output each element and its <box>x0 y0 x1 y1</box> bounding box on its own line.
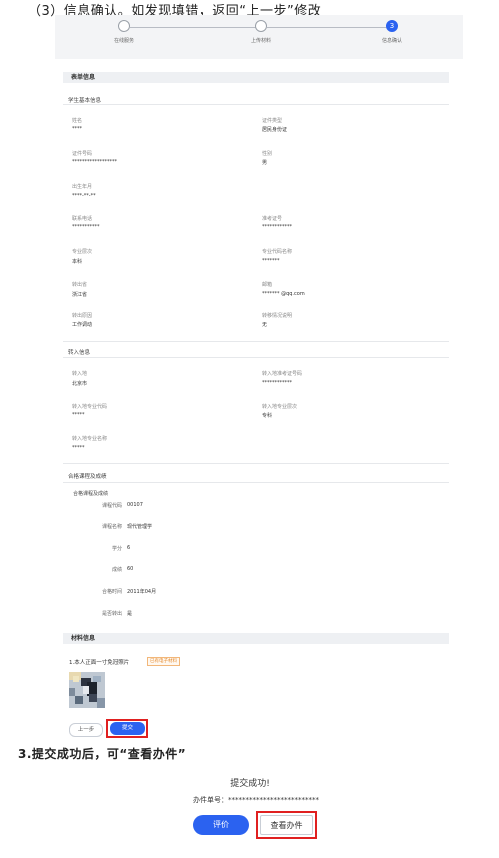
field-value: ****************** <box>72 159 117 165</box>
field-label: 转出原因 <box>72 313 93 319</box>
field-label: 邮箱 <box>262 282 273 288</box>
field-value: ****-**-** <box>72 193 96 199</box>
step-circle-3: 3 <box>386 20 398 32</box>
field-value: ******* <box>262 258 280 264</box>
field-value: ***** <box>72 445 85 451</box>
course-value: 60 <box>127 566 134 572</box>
field-label: 转移情况说明 <box>262 313 293 319</box>
divider <box>63 104 449 105</box>
form-section-title: 表单信息 <box>63 72 449 83</box>
course-label: 成绩 <box>111 567 122 573</box>
field-label: 转出省 <box>72 282 88 288</box>
field-value: 工作调动 <box>72 322 93 328</box>
field-value: 无 <box>262 322 268 328</box>
step-label-1: 在线服务 <box>113 38 135 44</box>
field-value: ***** <box>72 412 85 418</box>
step-label-2: 上传材料 <box>250 38 272 44</box>
case-number: 办件单号：************************** <box>193 796 319 804</box>
field-value: **** <box>72 126 82 132</box>
field-label: 专业层次 <box>72 249 93 255</box>
field-label: 转入地 <box>72 371 88 377</box>
photo-image <box>69 672 105 708</box>
field-value: 浙江省 <box>72 292 88 298</box>
rate-button[interactable]: 评价 <box>193 815 249 835</box>
field-value: 北京市 <box>72 381 88 387</box>
course-label: 课程名称 <box>101 524 122 530</box>
field-label: 专业代码名称 <box>262 249 293 255</box>
field-value: ******* @qq.com <box>262 291 305 297</box>
course-value: 00107 <box>127 502 143 508</box>
progress-stepper: 在线服务 上传材料 3 信息确认 <box>55 15 463 59</box>
step-connector <box>130 27 257 28</box>
course-label: 学分 <box>111 546 122 552</box>
field-value: 居民身份证 <box>262 127 288 133</box>
course-label: 合格时间 <box>101 589 122 595</box>
step-3-heading: 3.提交成功后，可“查看办件” <box>18 747 187 761</box>
photo-thumbnail[interactable] <box>69 672 105 708</box>
field-label: 转入地准考证号码 <box>262 371 303 377</box>
field-label: 准考证号 <box>262 216 283 222</box>
material-status-tag: 已有电子材料 <box>147 657 180 666</box>
previous-step-button[interactable]: 上一步 <box>69 723 103 737</box>
divider <box>63 341 449 342</box>
course-sub-title: 合格课程及成绩 <box>73 491 109 497</box>
field-label: 转入地专业层次 <box>262 404 298 410</box>
field-value: ************ <box>262 380 292 386</box>
student-info-title: 学生基本信息 <box>68 98 102 104</box>
highlight-box <box>106 719 148 738</box>
field-value: ************ <box>262 224 292 230</box>
course-value: 现代管理学 <box>127 524 153 530</box>
field-label: 转入地专业代码 <box>72 404 108 410</box>
course-section-title: 合格课程及成绩 <box>68 474 107 480</box>
field-value: 本科 <box>72 259 83 265</box>
field-label: 证件类型 <box>262 118 283 124</box>
divider <box>63 463 449 464</box>
step-label-3: 信息确认 <box>381 38 403 44</box>
highlight-box <box>256 811 317 839</box>
step-circle-1 <box>118 20 130 32</box>
step-circle-2 <box>255 20 267 32</box>
course-value: 2011年04月 <box>127 589 157 595</box>
course-label: 是否转出 <box>101 611 122 617</box>
field-value: 男 <box>262 160 268 166</box>
success-message: 提交成功! <box>230 779 270 789</box>
course-value: 是 <box>127 611 133 617</box>
field-label: 转入地专业名称 <box>72 436 108 442</box>
field-value: *********** <box>72 224 100 230</box>
divider <box>63 482 449 483</box>
materials-section-title: 材料信息 <box>63 633 449 644</box>
divider <box>63 357 449 358</box>
field-label: 性别 <box>262 151 273 157</box>
field-value: 专科 <box>262 413 273 419</box>
transfer-info-title: 转入信息 <box>68 350 91 356</box>
course-label: 课程代码 <box>101 503 122 509</box>
field-label: 出生年月 <box>72 184 93 190</box>
form-panel <box>55 15 463 632</box>
field-label: 姓名 <box>72 118 83 124</box>
field-label: 联系电话 <box>72 216 93 222</box>
material-item-label: 1.本人正面一寸免冠照片 <box>69 660 130 666</box>
step-connector <box>267 27 387 28</box>
field-label: 证件号码 <box>72 151 93 157</box>
course-value: 6 <box>127 545 131 551</box>
